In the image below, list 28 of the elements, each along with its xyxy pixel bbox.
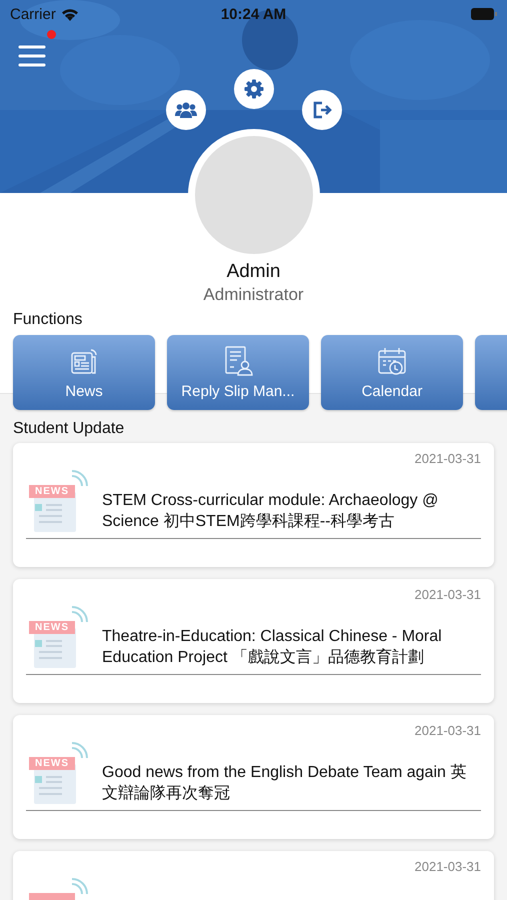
logout-icon [312, 100, 332, 120]
status-time: 10:24 AM [220, 6, 286, 22]
user-name: Admin [226, 261, 280, 283]
news-date: 2021-03-31 [414, 723, 481, 738]
function-tile[interactable]: Calendar [321, 335, 463, 410]
news-card[interactable]: 2021-03-31 [13, 851, 494, 900]
calendar-clock-icon [376, 347, 408, 377]
news-card[interactable]: 2021-03-31 NEWS STEM Cross-curricular module: Archaeology @ Science 初中STEM跨學科課程--科學考古 [13, 443, 494, 567]
user-role: Administrator [203, 285, 304, 305]
battery-icon [471, 8, 497, 20]
news-date: 2021-03-31 [414, 587, 481, 602]
settings-icon [244, 79, 264, 99]
section-title: Student Update [13, 420, 124, 437]
news-card[interactable]: 2021-03-31 NEWS Good news from the English Debate Team again 英文辯論隊再次奪冠 [13, 715, 494, 839]
menu-button[interactable] [18, 44, 46, 68]
news-date: 2021-03-31 [414, 451, 481, 466]
news-title: Theatre-in-Education: Classical Chinese - Moral Education Project 「戲說文言」品德教育計劃 [102, 627, 443, 668]
news-title: STEM Cross-curricular module: Archaeology @ Science 初中STEM跨學科課程--科學考古 [102, 491, 440, 532]
news-card[interactable]: 2021-03-31 NEWS Theatre-in-Education: Classical Chinese - Moral Education Project 「戲說文言」品德教育計劃 [13, 579, 494, 703]
wifi-icon [60, 8, 79, 20]
function-tile[interactable]: Reply Slip Man... [167, 335, 309, 410]
document-person-icon [223, 345, 253, 377]
group-icon [175, 101, 197, 119]
section-title: Functions [13, 311, 82, 328]
news-title: Good news from the English Debate Team again 英文辯論隊再次奪冠 [102, 762, 468, 804]
carrier-name: Carrier [10, 6, 56, 22]
news-date: 2021-03-31 [414, 859, 481, 874]
function-tile[interactable]: News [13, 335, 155, 410]
